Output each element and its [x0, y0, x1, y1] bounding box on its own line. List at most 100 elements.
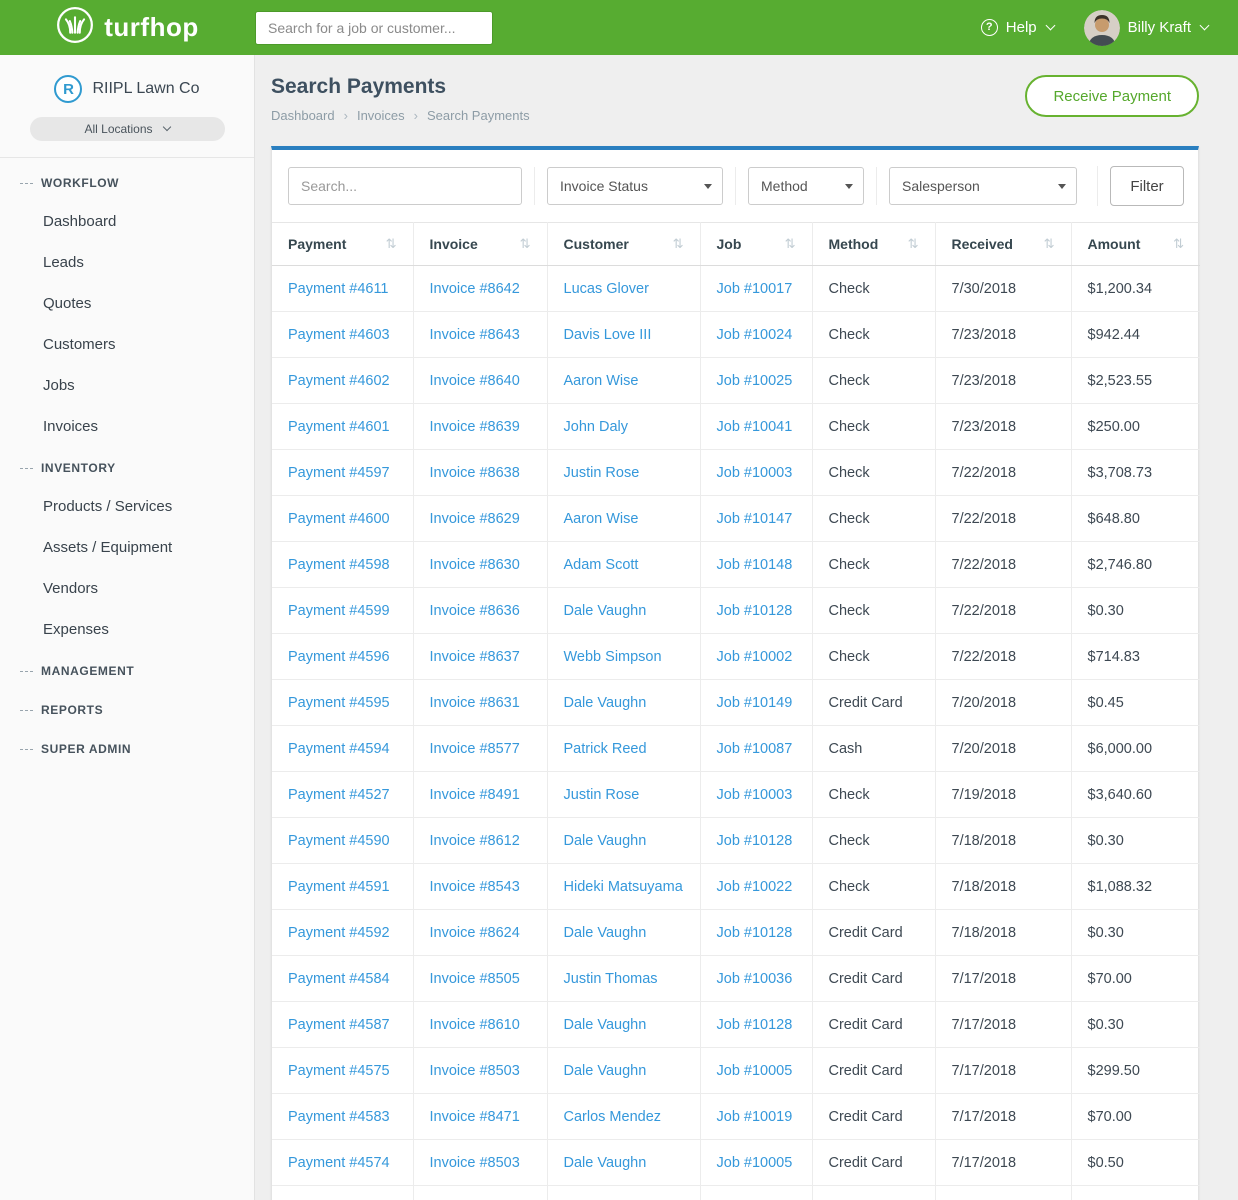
invoice-link[interactable]: Invoice #8638: [413, 450, 547, 496]
job-link[interactable]: Job #10036: [700, 956, 812, 1002]
customer-link[interactable]: Dale Vaughn: [547, 818, 700, 864]
job-link[interactable]: Job #10005: [700, 1140, 812, 1186]
payment-link[interactable]: Payment #4596: [272, 634, 413, 680]
job-link[interactable]: Job #10003: [700, 450, 812, 496]
method-select[interactable]: Method: [748, 167, 864, 205]
column-header-customer[interactable]: Customer⇅: [547, 223, 700, 266]
payment-link[interactable]: Payment #4597: [272, 450, 413, 496]
customer-link[interactable]: Dale Vaughn: [547, 1002, 700, 1048]
column-header-amount[interactable]: Amount⇅: [1071, 223, 1200, 266]
nav-section-reports[interactable]: REPORTS: [0, 689, 254, 728]
invoice-link[interactable]: Invoice #8577: [413, 726, 547, 772]
help-menu[interactable]: ? Help: [981, 19, 1054, 36]
payment-link[interactable]: Payment #4527: [272, 772, 413, 818]
sidebar-item-products-services[interactable]: Products / Services: [0, 486, 254, 527]
customer-link[interactable]: Justin Thomas: [547, 956, 700, 1002]
payment-link[interactable]: Payment #4594: [272, 726, 413, 772]
customer-link[interactable]: Aaron Wise: [547, 358, 700, 404]
invoice-status-select[interactable]: Invoice Status: [547, 167, 723, 205]
nav-section-super-admin[interactable]: SUPER ADMIN: [0, 728, 254, 767]
invoice-link[interactable]: Invoice #8643: [413, 312, 547, 358]
column-header-method[interactable]: Method⇅: [812, 223, 935, 266]
customer-link[interactable]: Justin Rose: [547, 450, 700, 496]
breadcrumb-dashboard[interactable]: Dashboard: [271, 108, 335, 123]
sidebar-item-quotes[interactable]: Quotes: [0, 283, 254, 324]
job-link[interactable]: Job #10022: [700, 864, 812, 910]
sidebar-item-jobs[interactable]: Jobs: [0, 365, 254, 406]
invoice-link[interactable]: Invoice #8636: [413, 588, 547, 634]
customer-link[interactable]: Davis Love III: [547, 312, 700, 358]
job-link[interactable]: Job #10017: [700, 266, 812, 312]
invoice-link[interactable]: Invoice #8631: [413, 680, 547, 726]
customer-link[interactable]: Dale Vaughn: [547, 1140, 700, 1186]
payment-link[interactable]: Payment #4592: [272, 910, 413, 956]
payment-link[interactable]: Payment #4599: [272, 588, 413, 634]
payment-link[interactable]: Payment #4595: [272, 680, 413, 726]
column-header-invoice[interactable]: Invoice⇅: [413, 223, 547, 266]
invoice-link[interactable]: Invoice #8630: [413, 542, 547, 588]
sidebar-item-customers[interactable]: Customers: [0, 324, 254, 365]
sidebar-item-leads[interactable]: Leads: [0, 242, 254, 283]
customer-link[interactable]: Webb Simpson: [547, 634, 700, 680]
invoice-link[interactable]: Invoice #8639: [413, 404, 547, 450]
invoice-link[interactable]: Invoice #8624: [413, 910, 547, 956]
sidebar-item-dashboard[interactable]: Dashboard: [0, 201, 254, 242]
job-link[interactable]: Job #10025: [700, 358, 812, 404]
payment-link[interactable]: Payment #4590: [272, 818, 413, 864]
sidebar-item-vendors[interactable]: Vendors: [0, 568, 254, 609]
locations-dropdown[interactable]: All Locations: [30, 117, 225, 141]
job-link[interactable]: Job #10002: [700, 634, 812, 680]
invoice-link[interactable]: Invoice #8610: [413, 1002, 547, 1048]
job-link[interactable]: Job #10128: [700, 1002, 812, 1048]
customer-link[interactable]: Dale Vaughn: [547, 1048, 700, 1094]
customer-link[interactable]: Patrick Reed: [547, 726, 700, 772]
job-link[interactable]: Job #10128: [700, 588, 812, 634]
invoice-link[interactable]: Invoice #8503: [413, 1140, 547, 1186]
invoice-link[interactable]: Invoice #8629: [413, 496, 547, 542]
payment-link[interactable]: Payment #4587: [272, 1002, 413, 1048]
salesperson-select[interactable]: Salesperson: [889, 167, 1077, 205]
job-link[interactable]: Job #10147: [700, 496, 812, 542]
receive-payment-button[interactable]: Receive Payment: [1025, 75, 1199, 117]
invoice-link[interactable]: Invoice #8471: [413, 1094, 547, 1140]
job-link[interactable]: Job #10024: [700, 312, 812, 358]
customer-link[interactable]: Hideki Matsuyama: [547, 864, 700, 910]
sidebar-item-expenses[interactable]: Expenses: [0, 609, 254, 650]
payment-link[interactable]: Payment #4601: [272, 404, 413, 450]
customer-link[interactable]: Dale Vaughn: [547, 910, 700, 956]
job-link[interactable]: Job #10149: [700, 680, 812, 726]
column-header-payment[interactable]: Payment⇅: [272, 223, 413, 266]
customer-link[interactable]: Aaron Wise: [547, 496, 700, 542]
payment-link[interactable]: Payment #4602: [272, 358, 413, 404]
payment-link[interactable]: Payment #4574: [272, 1140, 413, 1186]
sidebar-item-assets-equipment[interactable]: Assets / Equipment: [0, 527, 254, 568]
customer-link[interactable]: Carlos Mendez: [547, 1094, 700, 1140]
user-menu[interactable]: Billy Kraft: [1084, 10, 1208, 46]
sidebar-item-invoices[interactable]: Invoices: [0, 406, 254, 447]
global-search-input[interactable]: [255, 11, 493, 45]
payment-link[interactable]: Payment #4583: [272, 1094, 413, 1140]
customer-link[interactable]: Lucas Glover: [547, 266, 700, 312]
job-link[interactable]: Job #10005: [700, 1048, 812, 1094]
brand-logo[interactable]: turfhop: [0, 6, 255, 49]
invoice-link[interactable]: Invoice #8491: [413, 772, 547, 818]
customer-link[interactable]: Dale Vaughn: [547, 680, 700, 726]
invoice-link[interactable]: Invoice #8543: [413, 864, 547, 910]
customer-link[interactable]: Dale Vaughn: [547, 588, 700, 634]
invoice-link[interactable]: Invoice #8640: [413, 358, 547, 404]
breadcrumb-invoices[interactable]: Invoices: [357, 108, 405, 123]
payment-link[interactable]: Payment #4584: [272, 956, 413, 1002]
job-link[interactable]: Job #10003: [700, 772, 812, 818]
customer-link[interactable]: John Daly: [547, 404, 700, 450]
payment-link[interactable]: Payment #4603: [272, 312, 413, 358]
job-link[interactable]: Job #10148: [700, 542, 812, 588]
payment-link[interactable]: Payment #4598: [272, 542, 413, 588]
payment-link[interactable]: Payment #4611: [272, 266, 413, 312]
customer-link[interactable]: Adam Scott: [547, 542, 700, 588]
invoice-link[interactable]: Invoice #8612: [413, 818, 547, 864]
invoice-link[interactable]: Invoice #8505: [413, 956, 547, 1002]
customer-link[interactable]: Justin Rose: [547, 772, 700, 818]
payment-link[interactable]: Payment #4575: [272, 1048, 413, 1094]
job-link[interactable]: Job #10128: [700, 910, 812, 956]
payments-search-input[interactable]: [288, 167, 522, 205]
